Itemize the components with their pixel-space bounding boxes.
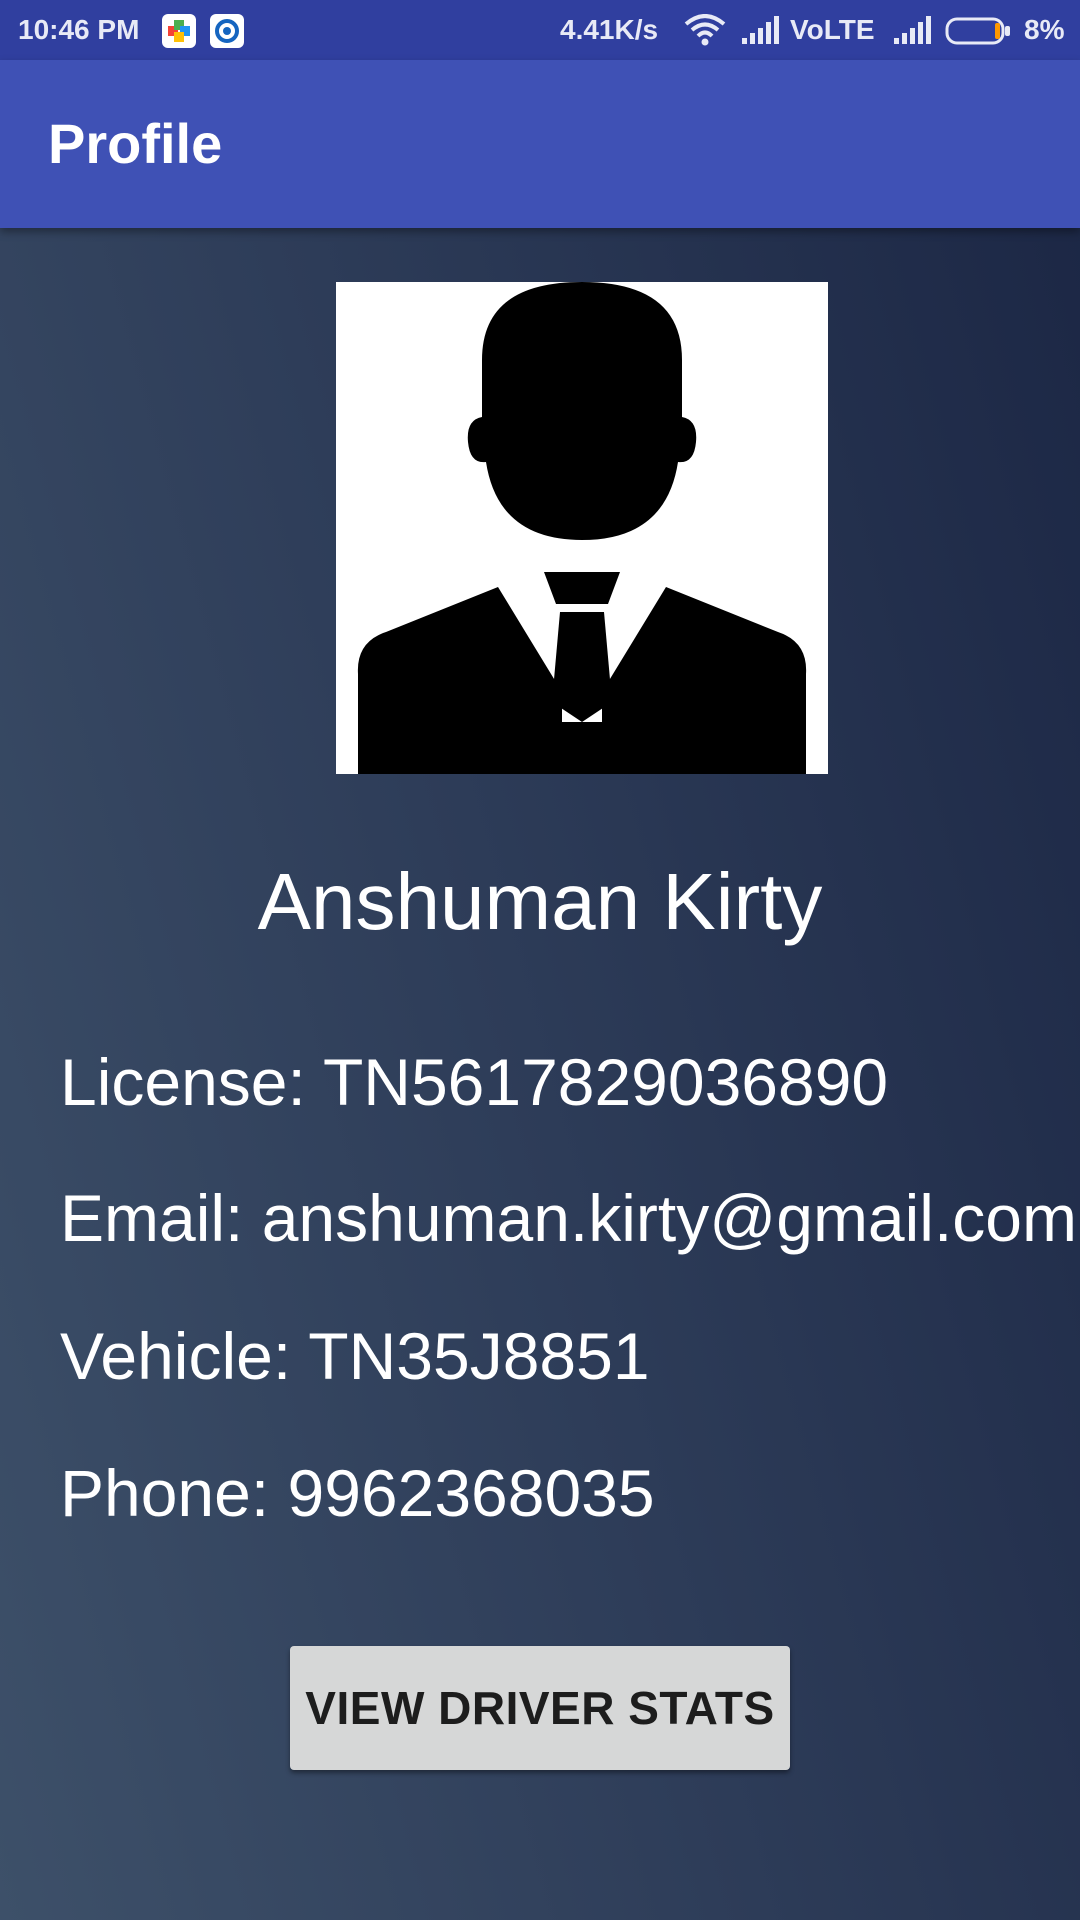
avatar bbox=[336, 282, 828, 774]
app-bar: Profile bbox=[0, 60, 1080, 228]
email-text: Email: anshuman.kirty@gmail.com bbox=[60, 1181, 1077, 1255]
status-bar: 10:46 PM 4.41K/s VoLTE 8% bbox=[0, 0, 1080, 60]
battery-icon bbox=[945, 17, 1011, 45]
play-games-icon bbox=[162, 14, 196, 48]
vehicle-text: Vehicle: TN35J8851 bbox=[60, 1319, 650, 1393]
battery-level: 8% bbox=[1024, 14, 1065, 45]
signal-icon bbox=[740, 16, 780, 51]
signal-icon-secondary bbox=[892, 16, 932, 51]
network-type: VoLTE bbox=[790, 14, 875, 45]
phone-text: Phone: 9962368035 bbox=[60, 1456, 655, 1530]
license-text: License: TN5617829036890 bbox=[60, 1045, 889, 1119]
profile-screen: 10:46 PM 4.41K/s VoLTE 8% Profile Anshum… bbox=[0, 0, 1080, 1920]
person-suit-silhouette-icon bbox=[357, 282, 807, 774]
status-time: 10:46 PM bbox=[18, 14, 140, 45]
camera-ring-icon bbox=[210, 14, 244, 48]
page-title: Profile bbox=[48, 112, 223, 175]
view-driver-stats-button[interactable]: VIEW DRIVER STATS bbox=[290, 1646, 790, 1770]
driver-name: Anshuman Kirty bbox=[257, 857, 823, 946]
network-speed: 4.41K/s bbox=[560, 14, 659, 45]
wifi-icon bbox=[684, 14, 726, 53]
